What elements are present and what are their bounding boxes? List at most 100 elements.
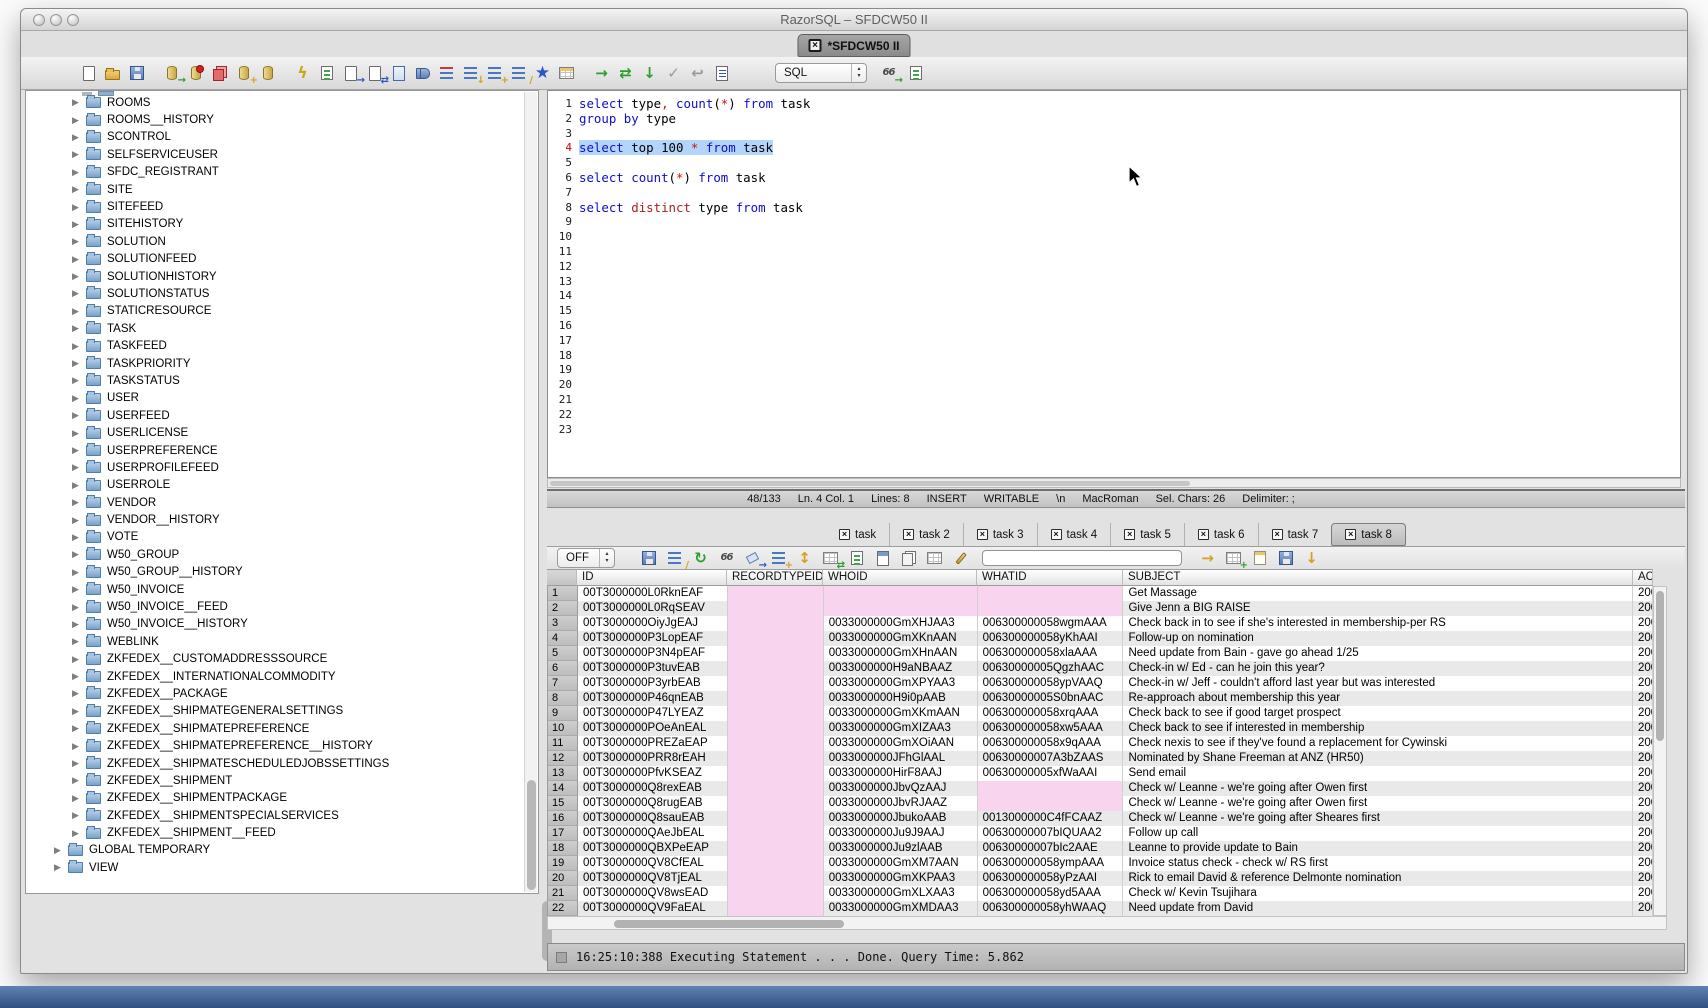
disclosure-triangle-icon[interactable]: ▶ xyxy=(54,862,64,873)
describe-object-icon[interactable] xyxy=(317,64,336,83)
tree-table-item[interactable]: ▶VOTE xyxy=(26,529,538,546)
tree-table-item[interactable]: ▶SFDC_REGISTRANT xyxy=(26,164,538,181)
table-cell[interactable]: 200 xyxy=(1633,721,1653,736)
table-cell[interactable]: 006300000058xlaAAA xyxy=(978,646,1124,661)
results-vscrollbar-thumb[interactable] xyxy=(1656,591,1664,741)
export-down-icon[interactable]: ↓ xyxy=(1302,549,1321,568)
row-number-cell[interactable]: 17 xyxy=(548,826,578,841)
table-cell[interactable]: 00T3000000Q8sauEAB xyxy=(578,811,728,826)
table-cell[interactable]: 200 xyxy=(1633,811,1653,826)
tree-table-item[interactable]: ▶VENDOR xyxy=(26,494,538,511)
table-cell[interactable]: 0033000000GmXPYAA3 xyxy=(824,676,978,691)
table-cell[interactable] xyxy=(728,661,824,676)
code-line[interactable]: select distinct type from task xyxy=(579,201,810,216)
table-cell[interactable] xyxy=(728,811,824,826)
row-number-cell[interactable]: 9 xyxy=(548,706,578,721)
editor-hscrollbar[interactable] xyxy=(547,478,1681,488)
export-data-icon[interactable]: → xyxy=(341,64,360,83)
tree-table-item[interactable]: ▶USERLICENSE xyxy=(26,424,538,441)
table-cell[interactable]: 200 xyxy=(1633,841,1653,856)
results-hscrollbar-thumb[interactable] xyxy=(614,920,844,928)
tree-table-item[interactable]: ▶W50_INVOICE__FEED xyxy=(26,598,538,615)
copy-results-icon[interactable] xyxy=(899,549,918,568)
column-header-ac[interactable]: AC xyxy=(1633,569,1653,586)
code-line[interactable] xyxy=(579,378,810,393)
table-cell[interactable]: Send email xyxy=(1123,766,1633,781)
table-cell[interactable]: 0033000000GmXM7AAN xyxy=(824,856,978,871)
row-number-cell[interactable]: 7 xyxy=(548,676,578,691)
open-file-icon[interactable] xyxy=(103,64,122,83)
table-cell[interactable]: Check w/ Leanne - we're going after Owen… xyxy=(1123,796,1633,811)
copy-connection-icon[interactable] xyxy=(210,64,229,83)
table-cell[interactable] xyxy=(728,751,824,766)
tree-table-item[interactable]: ▶SOLUTIONSTATUS xyxy=(26,285,538,302)
statement-type-select[interactable]: SQL ▴▾ xyxy=(775,63,867,83)
table-cell[interactable]: 200 xyxy=(1633,661,1653,676)
filter-results-icon[interactable]: / xyxy=(665,549,684,568)
editor-hscrollbar-thumb[interactable] xyxy=(550,481,1190,486)
disclosure-triangle-icon[interactable]: ▶ xyxy=(72,306,82,317)
row-number-cell[interactable]: 6 xyxy=(548,661,578,676)
close-tab-icon[interactable]: × xyxy=(1198,529,1209,540)
choose-columns-icon[interactable] xyxy=(847,549,866,568)
column-header-id[interactable]: ID xyxy=(577,569,727,586)
disclosure-triangle-icon[interactable]: ▶ xyxy=(72,810,82,821)
favorites-icon[interactable]: ★ xyxy=(533,64,552,83)
table-cell[interactable] xyxy=(978,586,1124,601)
jump-to-row-icon[interactable]: → xyxy=(1198,549,1217,568)
code-line[interactable] xyxy=(579,408,810,423)
table-cell[interactable]: 00630000005QgzhAAC xyxy=(978,661,1124,676)
tree-table-item[interactable]: ▶USERPROFILEFEED xyxy=(26,459,538,476)
disclosure-triangle-icon[interactable]: ▶ xyxy=(72,619,82,630)
table-cell[interactable]: 200 xyxy=(1633,691,1653,706)
documentation-book-icon[interactable] xyxy=(413,64,432,83)
table-cell[interactable]: 0033000000GmXKnAAN xyxy=(824,631,978,646)
table-cell[interactable]: Leanne to provide update to Bain xyxy=(1123,841,1633,856)
table-cell[interactable] xyxy=(728,736,824,751)
close-tab-icon[interactable]: × xyxy=(1051,529,1062,540)
table-cell[interactable]: 00T3000000OiyJgEAJ xyxy=(578,616,728,631)
table-cell[interactable]: 00T3000000QBXPeEAP xyxy=(578,841,728,856)
disclosure-triangle-icon[interactable]: ▶ xyxy=(72,584,82,595)
table-cell[interactable] xyxy=(728,706,824,721)
table-row[interactable]: 1900T3000000QV8CfEAL0033000000GmXM7AAN00… xyxy=(548,856,1653,871)
table-cell[interactable]: 200 xyxy=(1633,856,1653,871)
table-cell[interactable]: 200 xyxy=(1633,796,1653,811)
table-cell[interactable]: Check-in w/ Jeff - couldn't afford last … xyxy=(1123,676,1633,691)
table-row[interactable]: 1000T3000000POeAnEAL0033000000GmXIZAA300… xyxy=(548,721,1653,736)
table-cell[interactable]: 00T3000000P46qnEAB xyxy=(578,691,728,706)
table-cell[interactable]: 0013000000C4fFCAAZ xyxy=(978,811,1124,826)
close-tab-icon[interactable]: × xyxy=(1124,529,1135,540)
disclosure-triangle-icon[interactable]: ▶ xyxy=(72,497,82,508)
row-number-cell[interactable]: 15 xyxy=(548,796,578,811)
column-header-whoid[interactable]: WHOID xyxy=(823,569,977,586)
table-row[interactable]: 400T3000000P3LopEAF0033000000GmXKnAAN006… xyxy=(548,631,1653,646)
disclosure-triangle-icon[interactable]: ▶ xyxy=(72,515,82,526)
code-line[interactable] xyxy=(579,349,810,364)
table-cell[interactable]: Check w/ Kevin Tsujihara xyxy=(1123,886,1633,901)
table-cell[interactable]: Check w/ Leanne - we're going after Shea… xyxy=(1123,811,1633,826)
database-icon[interactable] xyxy=(258,64,277,83)
results-vscrollbar[interactable] xyxy=(1653,586,1667,916)
table-cell[interactable]: 00630000005S0bnAAC xyxy=(978,691,1124,706)
table-cell[interactable]: 006300000058ympAAA xyxy=(978,856,1124,871)
tree-category-item[interactable]: ▶VIEW xyxy=(26,859,538,876)
row-number-cell[interactable]: 14 xyxy=(548,781,578,796)
disclosure-triangle-icon[interactable]: ▶ xyxy=(72,445,82,456)
disclosure-triangle-icon[interactable]: ▶ xyxy=(72,375,82,386)
table-cell[interactable]: 00T3000000QV8TjEAL xyxy=(578,871,728,886)
table-cell[interactable]: 006300000058xw5AAA xyxy=(978,721,1124,736)
row-number-cell[interactable]: 20 xyxy=(548,871,578,886)
table-cell[interactable] xyxy=(728,766,824,781)
tree-table-item[interactable]: ▶ZKFEDEX__SHIPMENTSPECIALSERVICES xyxy=(26,807,538,824)
tree-table-item[interactable]: ▶TASKPRIORITY xyxy=(26,355,538,372)
rollback-icon[interactable]: ↩ xyxy=(688,64,707,83)
disclosure-triangle-icon[interactable]: ▶ xyxy=(72,741,82,752)
table-cell[interactable]: 00630000005xfWaAAI xyxy=(978,766,1124,781)
table-cell[interactable]: 00T3000000Q8rexEAB xyxy=(578,781,728,796)
table-row[interactable]: 700T3000000P3yrbEAB0033000000GmXPYAA3006… xyxy=(548,676,1653,691)
result-tab-task-7[interactable]: ×task 7 xyxy=(1258,523,1332,546)
table-cell[interactable] xyxy=(978,781,1124,796)
tree-table-item[interactable]: ▶STATICRESOURCE xyxy=(26,303,538,320)
disclosure-triangle-icon[interactable]: ▶ xyxy=(72,288,82,299)
